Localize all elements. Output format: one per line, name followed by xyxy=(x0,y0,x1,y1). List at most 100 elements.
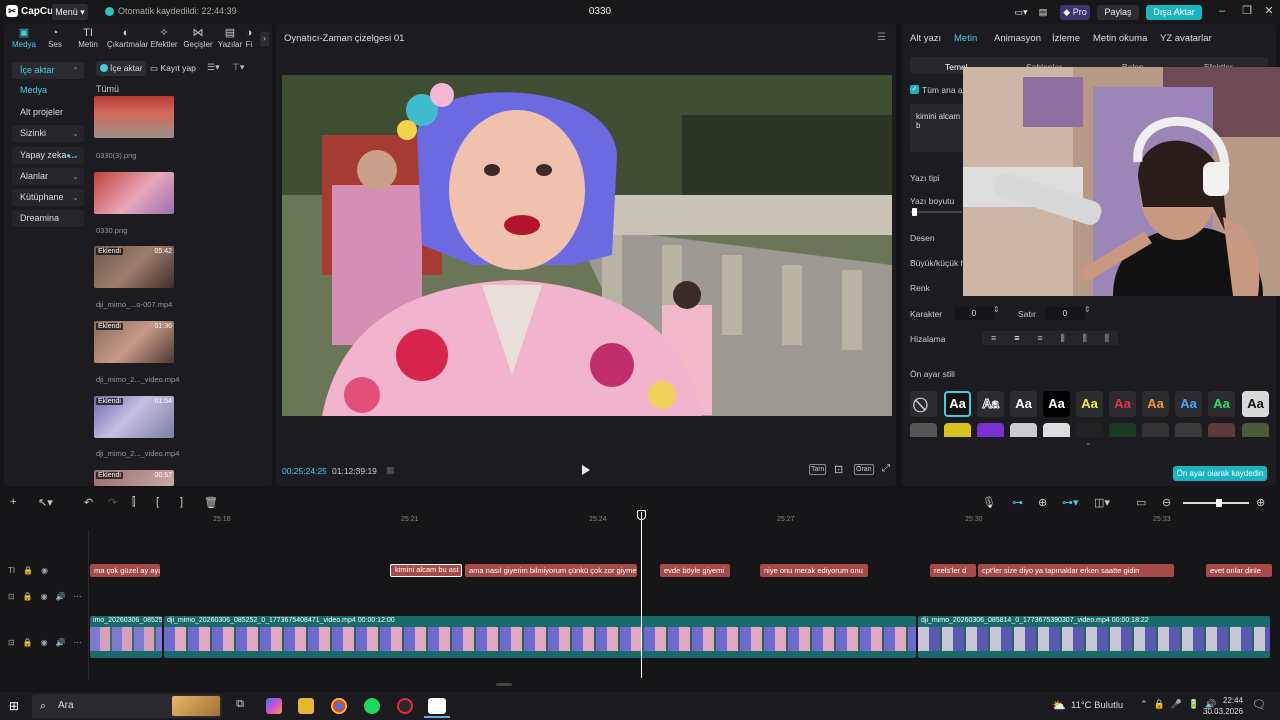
split-icon[interactable]: ⫿ xyxy=(132,496,136,510)
preset-style[interactable]: Aa xyxy=(1208,391,1235,417)
subtitle-clip[interactable]: niye onu merak ediyorum onu xyxy=(760,564,868,577)
preset-style[interactable]: Aa xyxy=(977,391,1004,417)
copilot-icon[interactable] xyxy=(266,698,282,714)
minimize-icon[interactable]: – xyxy=(1215,4,1229,18)
align-left-icon[interactable]: ≡ xyxy=(991,331,996,345)
stepper-icon[interactable]: ⇕ xyxy=(993,305,1000,314)
stepper-icon[interactable]: ⇕ xyxy=(1084,305,1091,314)
subtitle-clip[interactable]: evde böyle giyemi xyxy=(660,564,730,577)
select-tool-icon[interactable]: ↖▾ xyxy=(38,496,53,510)
more-icon[interactable]: ⋯ xyxy=(74,638,82,647)
weather-text[interactable]: 11°C Bulutlu xyxy=(1071,700,1123,711)
filter-dropdown-icon[interactable]: ⊤▾ xyxy=(232,62,244,73)
add-track-icon[interactable]: + xyxy=(10,496,16,510)
char-spacing-input[interactable]: 0 xyxy=(954,307,994,320)
preset-style[interactable]: Aa xyxy=(1175,391,1202,417)
clock[interactable]: 22:44 30.03.2026 xyxy=(1203,695,1243,717)
sidebar-item-media[interactable]: Medya xyxy=(12,82,84,99)
preset-style[interactable]: Aa xyxy=(1010,391,1037,417)
capcut-taskbar-icon[interactable] xyxy=(428,698,446,714)
delete-icon[interactable]: 🗑 xyxy=(204,496,218,510)
timeline-scrollbar[interactable] xyxy=(496,683,512,686)
video-clip[interactable]: dji_mimo_20260306_085252_0_1773675408471… xyxy=(164,616,916,658)
tab-effects[interactable]: ✧ Efektler xyxy=(146,27,182,51)
preset-style-swatch[interactable] xyxy=(1175,423,1202,437)
preset-style-swatch[interactable] xyxy=(1242,423,1269,437)
size-slider[interactable] xyxy=(910,211,962,213)
media-thumbnail[interactable] xyxy=(94,172,174,214)
line-spacing-input[interactable]: 0 xyxy=(1045,307,1085,320)
video-preview[interactable] xyxy=(282,75,892,416)
obs-icon[interactable] xyxy=(397,698,413,714)
preset-style-swatch[interactable] xyxy=(977,423,1004,437)
pro-button[interactable]: ◆ Pro xyxy=(1060,5,1090,20)
expand-icon[interactable]: ⤢ xyxy=(882,463,890,474)
tab-subtitle[interactable]: Alt yazı xyxy=(910,33,941,44)
tab-transitions[interactable]: ⋈ Geçişler xyxy=(180,27,216,51)
preview-axis-icon[interactable]: ◫▾ xyxy=(1094,496,1110,510)
notification-icon[interactable]: 🗨 xyxy=(1252,698,1266,711)
volume-icon[interactable]: 🔊 xyxy=(56,638,66,647)
more-icon[interactable]: ⋯ xyxy=(74,592,82,601)
menu-button[interactable]: Menü ▾ xyxy=(52,4,88,20)
tab-stickers[interactable]: ◐ Çıkartmalar xyxy=(107,27,148,51)
sidebar-item-spaces[interactable]: Alanlar ⌄ xyxy=(12,168,84,185)
eye-icon[interactable]: ◉ xyxy=(41,638,48,647)
subtitle-clip[interactable]: ma çok güzel ay ayaklar xyxy=(90,564,160,577)
zoom-out-icon[interactable]: ⊖ xyxy=(1162,496,1171,510)
record-button[interactable]: ▭ Kayıt yap xyxy=(150,61,198,76)
undo-icon[interactable]: ↶ xyxy=(84,496,93,510)
preset-style[interactable]: Aa xyxy=(1142,391,1169,417)
layout-icon[interactable]: ▭▾ xyxy=(1010,5,1032,20)
trim-left-icon[interactable]: [ xyxy=(156,496,159,510)
trim-right-icon[interactable]: ] xyxy=(180,496,183,510)
tab-text[interactable]: TI Metin xyxy=(70,27,106,51)
microphone-icon[interactable]: 🎙 xyxy=(982,496,996,510)
video-clip[interactable]: imo_20260306_085252_0 xyxy=(90,616,162,658)
preset-style[interactable]: Aa xyxy=(1109,391,1136,417)
preset-style-swatch[interactable] xyxy=(1043,423,1070,437)
align-middle-icon[interactable]: ⫼ xyxy=(1083,331,1087,345)
tab-text[interactable]: Metin xyxy=(954,33,977,44)
sidebar-item-library[interactable]: Kütüphane ⌄ xyxy=(12,189,84,206)
sidebar-item-import[interactable]: İçe aktar ⌃ xyxy=(12,62,84,79)
subtitle-clip[interactable]: cpt'ler size diyo ya tapınaklar erken sa… xyxy=(978,564,1174,577)
lock-icon[interactable]: 🔒 xyxy=(23,638,33,647)
link-icon[interactable]: ⊶ xyxy=(1012,496,1023,510)
no-style-icon[interactable]: ⃠ xyxy=(910,391,937,417)
all-main-checkbox[interactable]: ✓ xyxy=(910,85,919,94)
lock-icon[interactable]: 🔒 xyxy=(23,566,33,575)
tab-filters[interactable]: ◑ Fi xyxy=(242,27,256,51)
tab-tracking[interactable]: İzleme xyxy=(1052,33,1080,44)
sidebar-item-ai[interactable]: Yapay zeka ... ●→ xyxy=(12,147,84,164)
save-preset-button[interactable]: Ön ayar olarak kaydedin xyxy=(1173,466,1267,481)
media-thumbnail[interactable]: Eklendi 01:36 xyxy=(94,321,174,363)
fullscreen-mode-button[interactable]: Tam xyxy=(809,464,827,475)
media-thumbnail[interactable] xyxy=(94,96,174,138)
sidebar-item-dreamina[interactable]: Dreamina xyxy=(12,210,84,227)
align-bottom-icon[interactable]: ⫼ xyxy=(1105,331,1109,345)
windows-start-icon[interactable]: ⊞ xyxy=(9,699,19,713)
tab-animation[interactable]: Animasyon xyxy=(994,33,1041,44)
subtitle-clip[interactable]: evet onlar dinle xyxy=(1206,564,1272,577)
preset-style[interactable]: Aa xyxy=(1076,391,1103,417)
media-thumbnail[interactable]: Eklendi 00:57 xyxy=(94,470,174,486)
align-right-icon[interactable]: ≡ xyxy=(1037,331,1042,345)
media-thumbnail[interactable]: Eklendi 01:54 xyxy=(94,396,174,438)
export-button[interactable]: Dışa Aktar xyxy=(1146,5,1202,20)
subtitle-clip[interactable]: ama nasıl giyerim bilmiyorum çünkü çok z… xyxy=(465,564,637,577)
play-icon[interactable] xyxy=(582,465,590,475)
text-input[interactable]: kimini alcam b xyxy=(910,104,966,152)
eye-icon[interactable]: ◉ xyxy=(41,592,48,601)
preset-style[interactable]: Aa xyxy=(944,391,971,417)
preset-style-swatch[interactable] xyxy=(1208,423,1235,437)
sidebar-item-subprojects[interactable]: Alt projeler xyxy=(12,104,84,121)
redo-icon[interactable]: ↷ xyxy=(108,496,117,510)
spotify-icon[interactable] xyxy=(364,698,380,714)
chevron-down-icon[interactable]: ⌄ xyxy=(1085,438,1092,447)
taskbar-search[interactable]: ⌕ Ara xyxy=(32,694,222,718)
ratio-button[interactable]: Oran xyxy=(854,464,874,475)
preset-style-swatch[interactable] xyxy=(1076,423,1103,437)
video-clip[interactable]: dji_mimo_20260306_085814_0_1773675390307… xyxy=(918,616,1270,658)
captions-toggle-icon[interactable]: ▭ xyxy=(1136,496,1146,510)
